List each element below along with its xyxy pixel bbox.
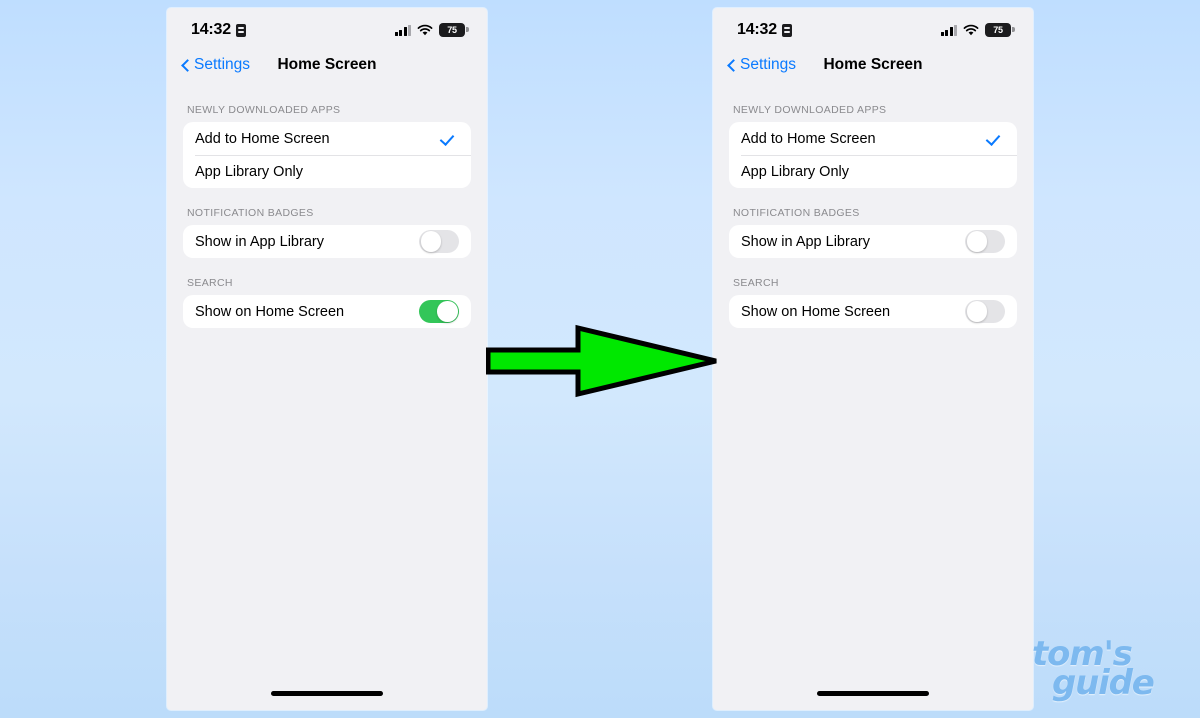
toggle-knob — [437, 301, 458, 322]
battery-level-label: 75 — [447, 24, 457, 35]
card-newly-downloaded-apps: Add to Home Screen App Library Only — [729, 122, 1017, 188]
battery-icon: 75 — [985, 23, 1015, 37]
card-notification-badges: Show in App Library — [183, 225, 471, 258]
chevron-left-icon — [181, 58, 190, 73]
green-right-arrow-icon — [486, 324, 717, 398]
row-label: Show on Home Screen — [741, 303, 891, 320]
toggle-show-on-home-screen[interactable] — [419, 299, 459, 324]
section-header-search: SEARCH — [187, 277, 233, 289]
row-label: Add to Home Screen — [741, 130, 876, 147]
wifi-icon — [417, 24, 433, 36]
phone-screenshot-after: 14:32 75 Settings Home Screen NEWLY DOWN… — [713, 8, 1033, 710]
status-bar-left: 14:32 — [737, 21, 792, 39]
row-add-to-home-screen[interactable]: Add to Home Screen — [729, 122, 1017, 155]
navigation-bar: Settings Home Screen — [167, 48, 487, 82]
card-notification-badges: Show in App Library — [729, 225, 1017, 258]
battery-level-label: 75 — [993, 24, 1003, 35]
row-label: Show on Home Screen — [195, 303, 345, 320]
home-indicator — [817, 691, 929, 696]
screen-record-icon — [235, 23, 246, 37]
toggle-show-in-app-library[interactable] — [419, 229, 459, 254]
battery-icon: 75 — [439, 23, 469, 37]
card-search: Show on Home Screen — [183, 295, 471, 328]
status-bar: 14:32 75 — [713, 8, 1033, 48]
status-time: 14:32 — [191, 21, 231, 38]
status-bar-right: 75 — [940, 23, 1015, 37]
row-app-library-only[interactable]: App Library Only — [729, 155, 1017, 188]
row-show-on-home-screen: Show on Home Screen — [729, 295, 1017, 328]
screen-record-icon — [781, 23, 792, 37]
row-label: App Library Only — [741, 163, 849, 180]
row-show-on-home-screen: Show on Home Screen — [183, 295, 471, 328]
row-app-library-only[interactable]: App Library Only — [183, 155, 471, 188]
toggle-knob — [966, 231, 987, 252]
home-indicator — [271, 691, 383, 696]
settings-content: NEWLY DOWNLOADED APPS Add to Home Screen… — [713, 82, 1033, 328]
checkmark-icon — [440, 131, 455, 146]
row-show-in-app-library: Show in App Library — [183, 225, 471, 258]
section-header-newly-downloaded-apps: NEWLY DOWNLOADED APPS — [733, 104, 887, 116]
settings-content: NEWLY DOWNLOADED APPS Add to Home Screen… — [167, 82, 487, 328]
toggle-knob — [966, 301, 987, 322]
status-bar: 14:32 75 — [167, 8, 487, 48]
section-header-notification-badges: NOTIFICATION BADGES — [187, 207, 314, 219]
row-label: Show in App Library — [195, 233, 324, 250]
status-bar-right: 75 — [394, 23, 469, 37]
toggle-show-in-app-library[interactable] — [965, 229, 1005, 254]
back-button-label: Settings — [740, 56, 797, 73]
back-button-settings[interactable]: Settings — [727, 56, 796, 74]
toggle-knob — [420, 231, 441, 252]
status-bar-left: 14:32 — [191, 21, 246, 39]
wifi-icon — [963, 24, 979, 36]
checkmark-icon — [986, 131, 1001, 146]
row-label: Add to Home Screen — [195, 130, 330, 147]
toms-guide-watermark: tom's guide — [1026, 636, 1186, 700]
section-header-notification-badges: NOTIFICATION BADGES — [733, 207, 860, 219]
back-button-settings[interactable]: Settings — [181, 56, 250, 74]
status-time: 14:32 — [737, 21, 777, 38]
card-newly-downloaded-apps: Add to Home Screen App Library Only — [183, 122, 471, 188]
card-search: Show on Home Screen — [729, 295, 1017, 328]
toggle-show-on-home-screen[interactable] — [965, 299, 1005, 324]
row-label: Show in App Library — [741, 233, 870, 250]
cellular-signal-icon — [940, 24, 957, 36]
cellular-signal-icon — [394, 24, 411, 36]
chevron-left-icon — [727, 58, 736, 73]
row-show-in-app-library: Show in App Library — [729, 225, 1017, 258]
back-button-label: Settings — [194, 56, 251, 73]
section-header-search: SEARCH — [733, 277, 779, 289]
navigation-bar: Settings Home Screen — [713, 48, 1033, 82]
row-label: App Library Only — [195, 163, 303, 180]
row-add-to-home-screen[interactable]: Add to Home Screen — [183, 122, 471, 155]
section-header-newly-downloaded-apps: NEWLY DOWNLOADED APPS — [187, 104, 341, 116]
phone-screenshot-before: 14:32 75 Settings Home Screen NEWLY DOWN… — [167, 8, 487, 710]
